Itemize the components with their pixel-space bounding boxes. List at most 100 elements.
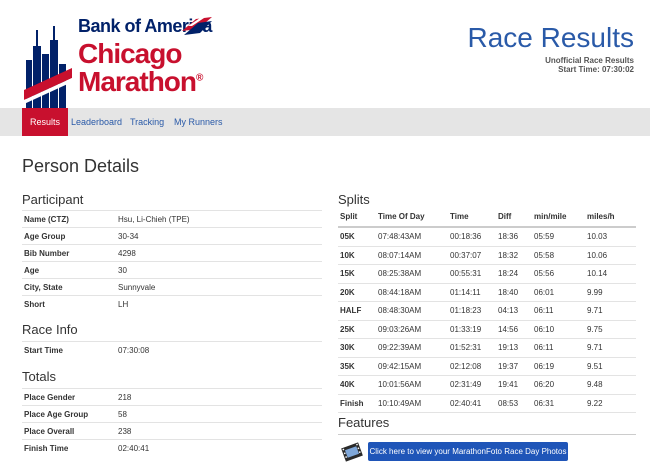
table-cell: 05:56: [534, 269, 555, 278]
table-cell: 05K: [340, 232, 355, 241]
table-cell: 05:58: [534, 250, 555, 260]
race-info-title: Race Info: [22, 322, 78, 337]
table-cell: 18:32: [498, 250, 519, 260]
table-cell: 01:14:11: [450, 287, 481, 297]
table-row: 10K 08:07:14AM 00:37:07 18:32 05:58 10.06: [338, 247, 636, 265]
row-key: Age Group: [24, 232, 66, 241]
totals-title: Totals: [22, 369, 56, 384]
splits-title: Splits: [338, 192, 370, 207]
chicago-marathon-logo[interactable]: Bank of America Chicago Marathon®: [22, 10, 222, 108]
event-name-line2: Marathon®: [78, 66, 203, 97]
table-row: Bib Number 4298: [22, 244, 322, 261]
table-row: 05K 07:48:43AM 00:18:36 18:36 05:59 10.03: [338, 228, 636, 247]
nav-tracking[interactable]: Tracking: [122, 108, 172, 136]
table-cell: 9.71: [587, 306, 603, 315]
table-row: Finish Time 02:40:41: [22, 439, 322, 456]
title-block: Race Results Unofficial Race Results Sta…: [467, 22, 634, 74]
table-cell: 18:36: [498, 232, 519, 241]
table-row: HALF 08:48:30AM 01:18:23 04:13 06:11 9.71: [338, 302, 636, 321]
table-cell: 00:37:07: [450, 250, 482, 260]
table-row: Finish 10:10:49AM 02:40:41 08:53 06:31 9.22: [338, 395, 636, 413]
participant-title: Participant: [22, 192, 84, 207]
table-cell: 10.14: [587, 269, 608, 278]
table-cell: 09:03:26AM: [378, 324, 422, 334]
table-cell: 08:53: [498, 398, 519, 408]
table-cell: 00:18:36: [450, 232, 482, 241]
table-cell: 30K: [340, 343, 355, 352]
row-value: Sunnyvale: [118, 283, 156, 292]
nav-leaderboard[interactable]: Leaderboard: [63, 108, 130, 136]
table-row: Place Gender 218: [22, 388, 322, 405]
row-key: Place Age Group: [24, 410, 89, 419]
race-start-time: Start Time: 07:30:02: [558, 65, 634, 74]
table-cell: 10:10:49AM: [378, 398, 422, 408]
table-cell: 9.99: [587, 287, 603, 297]
marathonfoto-button[interactable]: Click here to view your MarathonFoto Rac…: [368, 442, 568, 461]
table-row: 15K 08:25:38AM 00:55:31 18:24 05:56 10.14: [338, 265, 636, 284]
row-value: Hsu, Li-Chieh (TPE): [118, 215, 190, 224]
table-row: Place Age Group 58: [22, 405, 322, 422]
nav-my-runners[interactable]: My Runners: [166, 108, 231, 136]
table-cell: 19:41: [498, 380, 519, 389]
row-key: Bib Number: [24, 249, 70, 258]
table-cell: 10K: [340, 250, 355, 260]
table-cell: 02:40:41: [450, 398, 482, 408]
film-icon: [341, 442, 363, 462]
registered-mark: ®: [196, 72, 203, 84]
table-cell: 25K: [340, 324, 355, 334]
row-value: 218: [118, 393, 132, 402]
table-cell: Finish: [340, 398, 364, 408]
table-cell: 9.22: [587, 398, 603, 408]
table-cell: HALF: [340, 306, 362, 315]
table-cell: 01:18:23: [450, 306, 482, 315]
row-key: Age: [24, 266, 40, 275]
row-value: 30: [118, 266, 127, 275]
participant-table: Name (CTZ) Hsu, Li-Chieh (TPE) Age Group 3…: [22, 210, 322, 312]
table-cell: 18:40: [498, 287, 519, 297]
row-value: 02:40:41: [118, 444, 150, 453]
table-row: 35K 09:42:15AM 02:12:08 19:37 06:19 9.51: [338, 358, 636, 376]
row-value: 30-34: [118, 232, 139, 241]
skyline-icon: [24, 26, 72, 108]
table-cell: 08:25:38AM: [378, 269, 422, 278]
table-cell: 08:07:14AM: [378, 250, 422, 260]
row-key: Start Time: [24, 346, 63, 355]
table-cell: 19:13: [498, 343, 519, 352]
nav-results[interactable]: Results: [22, 108, 69, 136]
table-row: 40K 10:01:56AM 02:31:49 19:41 06:20 9.48: [338, 376, 636, 395]
table-row: 30K 09:22:39AM 01:52:31 19:13 06:11 9.71: [338, 339, 636, 358]
table-cell: 9.51: [587, 361, 603, 371]
row-key: Finish Time: [24, 444, 69, 453]
splits-header-row: Split Time Of Day Time Diff min/mile mil…: [338, 206, 636, 228]
table-cell: 01:33:19: [450, 324, 482, 334]
splits-table: Split Time Of Day Time Diff min/mile mil…: [338, 206, 636, 413]
row-key: Place Overall: [24, 427, 75, 436]
table-cell: 06:19: [534, 361, 555, 371]
table-row: 25K 09:03:26AM 01:33:19 14:56 06:10 9.75: [338, 321, 636, 339]
table-cell: 05:59: [534, 232, 555, 241]
row-key: Short: [24, 300, 45, 309]
divider: [338, 434, 636, 435]
table-cell: 00:55:31: [450, 269, 482, 278]
table-cell: 06:20: [534, 380, 555, 389]
boa-flag-icon: [182, 17, 212, 35]
table-cell: 10.03: [587, 232, 608, 241]
column-header: Split: [340, 212, 358, 221]
column-header: Diff: [498, 212, 512, 221]
table-cell: 06:11: [534, 306, 554, 315]
table-row: Name (CTZ) Hsu, Li-Chieh (TPE): [22, 210, 322, 227]
table-cell: 14:56: [498, 324, 519, 334]
row-value: 238: [118, 427, 132, 436]
table-cell: 09:22:39AM: [378, 343, 422, 352]
table-cell: 9.48: [587, 380, 603, 389]
person-details-title: Person Details: [22, 156, 140, 176]
table-cell: 08:44:18AM: [378, 287, 422, 297]
column-header: Time: [450, 212, 469, 221]
table-row: Age Group 30-34: [22, 227, 322, 244]
totals-table: Place Gender 218 Place Age Group 58 Place …: [22, 388, 322, 456]
table-cell: 06:31: [534, 398, 555, 408]
table-cell: 35K: [340, 361, 355, 371]
table-cell: 02:31:49: [450, 380, 482, 389]
column-header: miles/h: [587, 212, 615, 221]
table-cell: 06:10: [534, 324, 555, 334]
